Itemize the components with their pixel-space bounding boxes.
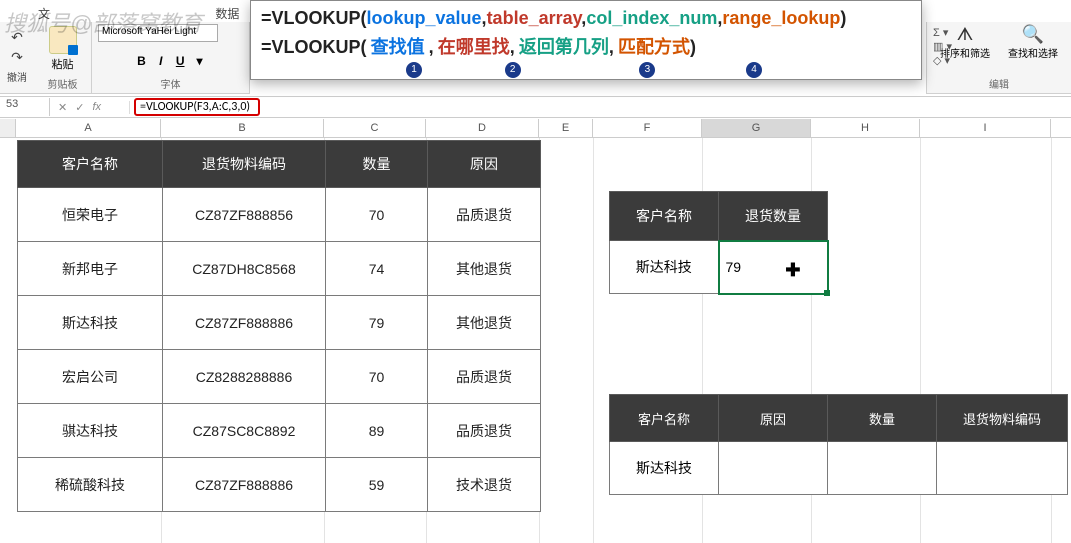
- find-select-icon[interactable]: 🔍: [1008, 24, 1058, 45]
- lk2-hdr-customer[interactable]: 客户名称: [610, 395, 719, 442]
- ribbon-right: Σ ▾ ▥ ▾ ◇ ▾ ᗑ 排序和筛选 🔍 查找和选择 编辑: [926, 22, 1071, 94]
- lk1-hdr-customer[interactable]: 客户名称: [610, 192, 719, 241]
- arg-badge-2: 2: [505, 62, 521, 78]
- cursor-icon: ✚: [785, 260, 800, 281]
- fill-icon[interactable]: ▥: [933, 41, 943, 53]
- hdr-qty[interactable]: 数量: [326, 141, 428, 188]
- col-header-e[interactable]: E: [539, 119, 593, 137]
- paste-label: 粘贴: [40, 56, 85, 72]
- col-header-a[interactable]: A: [16, 119, 161, 137]
- lk1-result-cell[interactable]: 79 ✚: [719, 241, 828, 294]
- watermark-text: 搜狐号@部落窝教育: [4, 6, 202, 38]
- table-row: 斯达科技CZ87ZF88888679其他退货: [18, 296, 541, 350]
- col-header-g[interactable]: G: [702, 119, 811, 137]
- undo-label: 撤消: [7, 69, 27, 84]
- lk2-qty-cell[interactable]: [828, 442, 937, 495]
- bold-button[interactable]: B: [133, 54, 149, 68]
- formula-bar: 53 ✕ ✓ fx =VLOOKUP(F3,A:C,3,0): [0, 96, 1071, 118]
- fill-handle[interactable]: [824, 290, 830, 296]
- cn-arg-1: 查找值: [371, 37, 425, 57]
- clear-icon[interactable]: ◇: [933, 55, 941, 67]
- table-row: 恒荣电子CZ87ZF88885670品质退货: [18, 188, 541, 242]
- lookup-table-2: 客户名称 原因 数量 退货物料编码 斯达科技: [609, 394, 1068, 495]
- table-row: 新邦电子CZ87DH8C856874其他退货: [18, 242, 541, 296]
- find-select-label: 查找和选择: [1008, 45, 1058, 60]
- arg-badge-1: 1: [406, 62, 422, 78]
- lk1-hdr-qty[interactable]: 退货数量: [719, 192, 828, 241]
- tab-data[interactable]: 数据: [211, 3, 243, 24]
- lk2-customer-cell[interactable]: 斯达科技: [610, 442, 719, 495]
- table-row: 骐达科技CZ87SC8C889289品质退货: [18, 404, 541, 458]
- arg-badge-3: 3: [639, 62, 655, 78]
- lk1-customer-cell[interactable]: 斯达科技: [610, 241, 719, 294]
- cn-arg-4: 匹配方式: [618, 37, 690, 57]
- font-group-label: 字体: [98, 76, 243, 91]
- table-row: 宏启公司CZ828828888670品质退货: [18, 350, 541, 404]
- fn-arg-3: col_index_num: [586, 8, 717, 28]
- table-row: 稀硫酸科技CZ87ZF88888659技术退货: [18, 458, 541, 512]
- cn-arg-2: 在哪里找: [438, 37, 510, 57]
- col-header-i[interactable]: I: [920, 119, 1051, 137]
- redo-icon[interactable]: ↷: [11, 49, 23, 66]
- clipboard-group-label: 剪贴板: [40, 76, 85, 91]
- lk2-reason-cell[interactable]: [719, 442, 828, 495]
- column-headers: A B C D E F G H I: [0, 119, 1071, 138]
- col-header-c[interactable]: C: [324, 119, 426, 137]
- fn-arg-1: lookup_value: [367, 8, 482, 28]
- arg-badge-4: 4: [746, 62, 762, 78]
- formula-tooltip: =VLOOKUP(lookup_value,table_array,col_in…: [250, 0, 922, 80]
- lk2-hdr-qty[interactable]: 数量: [828, 395, 937, 442]
- cn-arg-3: 返回第几列: [519, 37, 609, 57]
- underline-button[interactable]: U: [172, 54, 188, 68]
- col-header-d[interactable]: D: [426, 119, 539, 137]
- main-data-table: 客户名称 退货物料编码 数量 原因 恒荣电子CZ87ZF88885670品质退货…: [17, 140, 541, 512]
- hdr-reason[interactable]: 原因: [428, 141, 541, 188]
- lk2-material-cell[interactable]: [937, 442, 1068, 495]
- confirm-icon[interactable]: ✓: [75, 101, 84, 114]
- hdr-material[interactable]: 退货物料编码: [163, 141, 326, 188]
- autosum-icon[interactable]: Σ: [933, 27, 940, 39]
- name-box[interactable]: 53: [0, 98, 50, 116]
- col-header-f[interactable]: F: [593, 119, 702, 137]
- cancel-icon[interactable]: ✕: [58, 101, 67, 114]
- dropdown-icon[interactable]: ▾: [192, 54, 208, 68]
- formula-input[interactable]: =VLOOKUP(F3,A:C,3,0): [134, 98, 260, 116]
- fn-name: =VLOOKUP(: [261, 8, 367, 28]
- lookup-table-1: 客户名称 退货数量 斯达科技 79 ✚: [609, 191, 829, 295]
- fn-arg-2: table_array: [487, 8, 582, 28]
- fn-arg-4: range_lookup: [722, 8, 840, 28]
- lk2-hdr-material[interactable]: 退货物料编码: [937, 395, 1068, 442]
- col-header-b[interactable]: B: [161, 119, 324, 137]
- col-header-h[interactable]: H: [811, 119, 920, 137]
- fx-icon[interactable]: fx: [92, 101, 101, 114]
- edit-group-label: 编辑: [989, 76, 1009, 91]
- hdr-customer[interactable]: 客户名称: [18, 141, 163, 188]
- lk2-hdr-reason[interactable]: 原因: [719, 395, 828, 442]
- italic-button[interactable]: I: [153, 54, 169, 68]
